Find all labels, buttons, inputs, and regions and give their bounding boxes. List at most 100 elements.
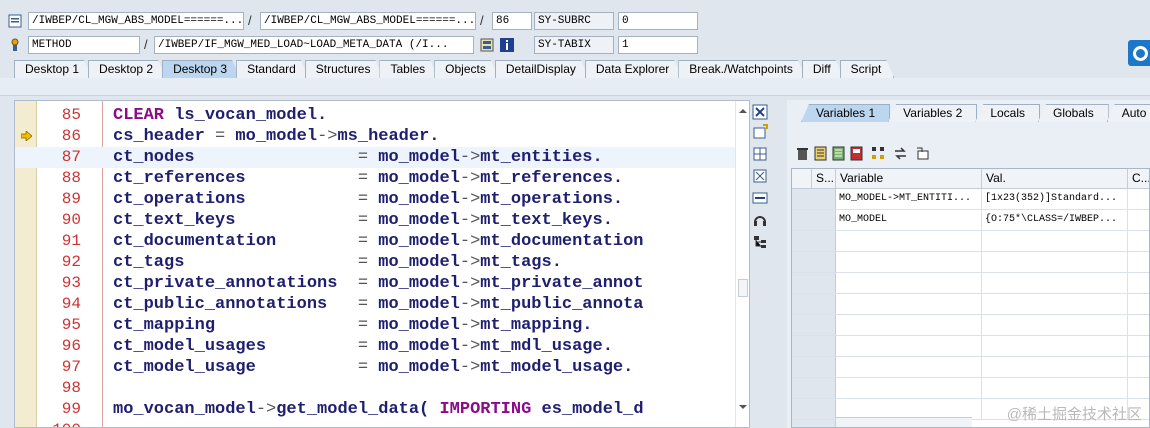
sy-tabix-value[interactable]: 1 bbox=[618, 36, 698, 54]
table-row[interactable] bbox=[792, 294, 1149, 315]
variable-cell[interactable]: MO_MODEL bbox=[836, 210, 982, 231]
sy-subrc-value[interactable]: 0 bbox=[618, 12, 698, 30]
header-status[interactable]: S... bbox=[812, 169, 836, 189]
variable-cell[interactable] bbox=[836, 273, 982, 294]
code-text: ct_references = mo_model->mt_references. bbox=[113, 169, 624, 188]
resize-horizontal-icon[interactable] bbox=[752, 190, 768, 206]
code-line[interactable]: 86 cs_header = mo_model->ms_header. bbox=[15, 126, 749, 147]
edit-list-icon[interactable] bbox=[831, 146, 846, 161]
grid-horizontal-scrollbar[interactable] bbox=[836, 417, 972, 427]
table-row[interactable] bbox=[792, 231, 1149, 252]
header-value[interactable]: Val. bbox=[982, 169, 1128, 189]
value-cell[interactable] bbox=[982, 252, 1128, 273]
hierarchy-icon[interactable] bbox=[871, 146, 886, 161]
table-row[interactable]: MO_MODEL {O:75*\CLASS=/IWBEP... bbox=[792, 210, 1149, 231]
table-row[interactable] bbox=[792, 252, 1149, 273]
code-line[interactable]: 88 ct_references = mo_model->mt_reference… bbox=[15, 168, 749, 189]
tab-data-explorer[interactable]: Data Explorer bbox=[585, 60, 682, 78]
value-cell[interactable]: {O:75*\CLASS=/IWBEP... bbox=[982, 210, 1128, 231]
variable-cell[interactable] bbox=[836, 252, 982, 273]
variable-cell[interactable] bbox=[836, 378, 982, 399]
save-variables-icon[interactable] bbox=[849, 146, 864, 161]
tab-variables-1[interactable]: Variables 1 bbox=[801, 104, 891, 122]
table-row[interactable]: MO_MODEL->MT_ENTITI... [1x23(352)]Standa… bbox=[792, 189, 1149, 210]
header-change[interactable]: C... bbox=[1128, 169, 1149, 189]
tab-structures[interactable]: Structures bbox=[305, 60, 384, 78]
tab-diff[interactable]: Diff bbox=[802, 60, 844, 78]
source-code-editor[interactable]: 85 CLEAR ls_vocan_model. 86 cs_header = mo_… bbox=[14, 100, 750, 428]
variable-cell[interactable] bbox=[836, 315, 982, 336]
headphones-icon[interactable] bbox=[752, 212, 768, 228]
code-line[interactable]: 85 CLEAR ls_vocan_model. bbox=[15, 105, 749, 126]
scroll-up-icon[interactable] bbox=[737, 105, 749, 117]
tab-auto[interactable]: Auto bbox=[1106, 104, 1150, 122]
code-line[interactable]: 98 bbox=[15, 378, 749, 399]
variable-cell[interactable] bbox=[836, 357, 982, 378]
code-line[interactable]: 91 ct_documentation = mo_model->mt_docume… bbox=[15, 231, 749, 252]
code-line[interactable]: 87 ct_nodes = mo_model->mt_entities. bbox=[15, 147, 749, 168]
code-line[interactable]: 99 mo_vocan_model->get_model_data( IMPORT… bbox=[15, 399, 749, 420]
display-object-icon[interactable] bbox=[480, 38, 494, 52]
variable-cell[interactable] bbox=[836, 231, 982, 252]
value-cell[interactable] bbox=[982, 378, 1128, 399]
code-text: cs_header = mo_model->ms_header. bbox=[113, 127, 440, 146]
variable-cell[interactable]: MO_MODEL->MT_ENTITI... bbox=[836, 189, 982, 210]
code-line[interactable]: 93 ct_private_annotations = mo_model->mt_… bbox=[15, 273, 749, 294]
value-cell[interactable] bbox=[982, 357, 1128, 378]
editor-scroll-thumb[interactable] bbox=[738, 279, 748, 297]
tab-objects[interactable]: Objects bbox=[434, 60, 499, 78]
value-cell[interactable] bbox=[982, 294, 1128, 315]
value-cell[interactable] bbox=[982, 231, 1128, 252]
table-row[interactable] bbox=[792, 378, 1149, 399]
header-select[interactable] bbox=[792, 169, 812, 189]
table-row[interactable] bbox=[792, 357, 1149, 378]
code-line[interactable]: 96 ct_model_usages = mo_model->mt_mdl_usa… bbox=[15, 336, 749, 357]
event-name-field[interactable]: /IWBEP/IF_MGW_MED_LOAD~LOAD_META_DATA (/… bbox=[154, 36, 474, 54]
table-row[interactable] bbox=[792, 273, 1149, 294]
header-variable[interactable]: Variable bbox=[836, 169, 982, 189]
tab-desktop-2[interactable]: Desktop 2 bbox=[88, 60, 166, 78]
code-line[interactable]: 95 ct_mapping = mo_model->mt_mapping. bbox=[15, 315, 749, 336]
new-window-icon[interactable] bbox=[752, 124, 768, 140]
variable-cell[interactable] bbox=[836, 294, 982, 315]
tab-variables-2[interactable]: Variables 2 bbox=[888, 104, 978, 122]
code-line[interactable]: 97 ct_model_usage = mo_model->mt_model_us… bbox=[15, 357, 749, 378]
debugger-refresh-icon[interactable] bbox=[1128, 40, 1150, 66]
tab-script[interactable]: Script bbox=[840, 60, 895, 78]
info-icon[interactable] bbox=[500, 38, 514, 52]
display-details-icon[interactable] bbox=[813, 146, 828, 161]
insert-variable-icon[interactable] bbox=[915, 146, 930, 161]
variable-cell[interactable] bbox=[836, 336, 982, 357]
editor-vertical-scrollbar[interactable] bbox=[735, 101, 749, 427]
tab-locals[interactable]: Locals bbox=[975, 104, 1040, 122]
program-field-main[interactable]: /IWBEP/CL_MGW_ABS_MODEL======... bbox=[28, 12, 244, 30]
event-type-field[interactable]: METHOD bbox=[28, 36, 140, 54]
transfer-icon[interactable] bbox=[893, 146, 908, 161]
line-number-field[interactable]: 86 bbox=[492, 12, 532, 30]
layout-icon[interactable] bbox=[752, 146, 768, 162]
value-cell[interactable]: [1x23(352)]Standard... bbox=[982, 189, 1128, 210]
tree-structure-icon[interactable] bbox=[752, 234, 768, 250]
scroll-down-icon[interactable] bbox=[737, 401, 749, 413]
table-row[interactable] bbox=[792, 315, 1149, 336]
delete-icon[interactable] bbox=[795, 146, 810, 161]
code-line[interactable]: 94 ct_public_annotations = mo_model->mt_p… bbox=[15, 294, 749, 315]
code-line[interactable]: 92 ct_tags = mo_model->mt_tags. bbox=[15, 252, 749, 273]
tab-desktop-1[interactable]: Desktop 1 bbox=[14, 60, 92, 78]
tab-tables[interactable]: Tables bbox=[379, 60, 438, 78]
value-cell[interactable] bbox=[982, 336, 1128, 357]
code-line[interactable]: 89 ct_operations = mo_model->mt_operation… bbox=[15, 189, 749, 210]
tab-detail-display[interactable]: DetailDisplay bbox=[495, 60, 589, 78]
tab-globals[interactable]: Globals bbox=[1038, 104, 1109, 122]
tab-desktop-3[interactable]: Desktop 3 bbox=[162, 60, 240, 78]
tab-standard[interactable]: Standard bbox=[236, 60, 309, 78]
close-icon[interactable] bbox=[752, 104, 768, 120]
code-line[interactable]: 90 ct_text_keys = mo_model->mt_text_keys. bbox=[15, 210, 749, 231]
program-field-include[interactable]: /IWBEP/CL_MGW_ABS_MODEL======... bbox=[260, 12, 476, 30]
table-row[interactable] bbox=[792, 336, 1149, 357]
code-line[interactable]: 100 bbox=[15, 420, 749, 427]
value-cell[interactable] bbox=[982, 273, 1128, 294]
value-cell[interactable] bbox=[982, 315, 1128, 336]
tab-breakpoints-watchpoints[interactable]: Break./Watchpoints bbox=[678, 60, 806, 78]
maximize-icon[interactable] bbox=[752, 168, 768, 184]
